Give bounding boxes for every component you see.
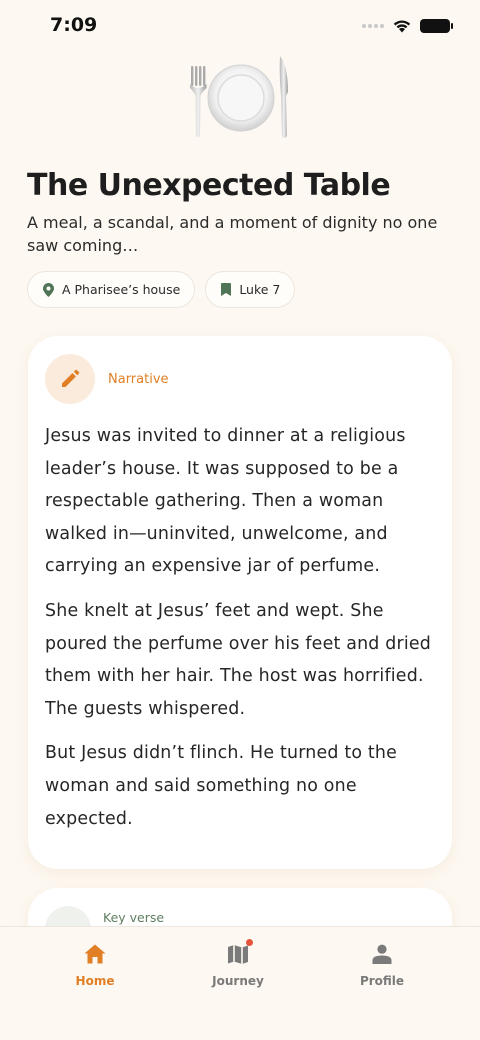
narrative-text: Jesus was invited to dinner at a religio…: [45, 420, 440, 847]
location-chip[interactable]: A Pharisee’s house: [27, 271, 196, 308]
narrative-paragraph: She knelt at Jesus’ feet and wept. She p…: [45, 600, 432, 719]
location-chip-label: A Pharisee’s house: [62, 282, 181, 297]
tab-profile[interactable]: Profile: [337, 941, 427, 988]
location-pin-icon: [43, 282, 54, 297]
status-time: 7:09: [50, 14, 98, 36]
person-icon: [372, 944, 392, 964]
fork-plate-knife-icon: [190, 56, 288, 138]
scripture-chip-label: Luke 7: [239, 282, 281, 297]
bookmark-icon: [221, 283, 232, 296]
map-icon: [228, 944, 248, 964]
card-kind-label: Narrative: [108, 372, 169, 387]
tab-bar: Home Journey Profile: [0, 926, 480, 1040]
narrative-paragraph: But Jesus didn’t flinch. He turned to th…: [45, 743, 398, 829]
page-title: The Unexpected Table: [27, 168, 391, 203]
tab-label: Journey: [212, 974, 264, 988]
narrative-paragraph: Jesus was invited to dinner at a religio…: [45, 426, 406, 577]
battery-icon: [420, 18, 453, 33]
scripture-chip[interactable]: Luke 7: [205, 271, 296, 308]
narrative-card: Narrative Jesus was invited to dinner at…: [28, 336, 452, 869]
status-bar: 7:09: [0, 0, 480, 54]
status-indicators: [362, 18, 453, 33]
tab-home[interactable]: Home: [50, 941, 140, 988]
tab-journey[interactable]: Journey: [193, 939, 283, 988]
card-kind-label: Key verse: [103, 910, 165, 925]
tag-chips: A Pharisee’s house Luke 7: [27, 271, 296, 308]
narrative-badge: [45, 354, 95, 404]
cellular-signal-icon: [362, 23, 384, 28]
tab-label: Home: [75, 974, 115, 988]
page-subtitle: A meal, a scandal, and a moment of digni…: [27, 213, 438, 255]
home-icon: [84, 944, 106, 964]
pencil-icon: [62, 369, 80, 387]
tab-label: Profile: [359, 974, 405, 988]
notification-dot: [246, 939, 253, 946]
wifi-icon: [393, 20, 411, 33]
